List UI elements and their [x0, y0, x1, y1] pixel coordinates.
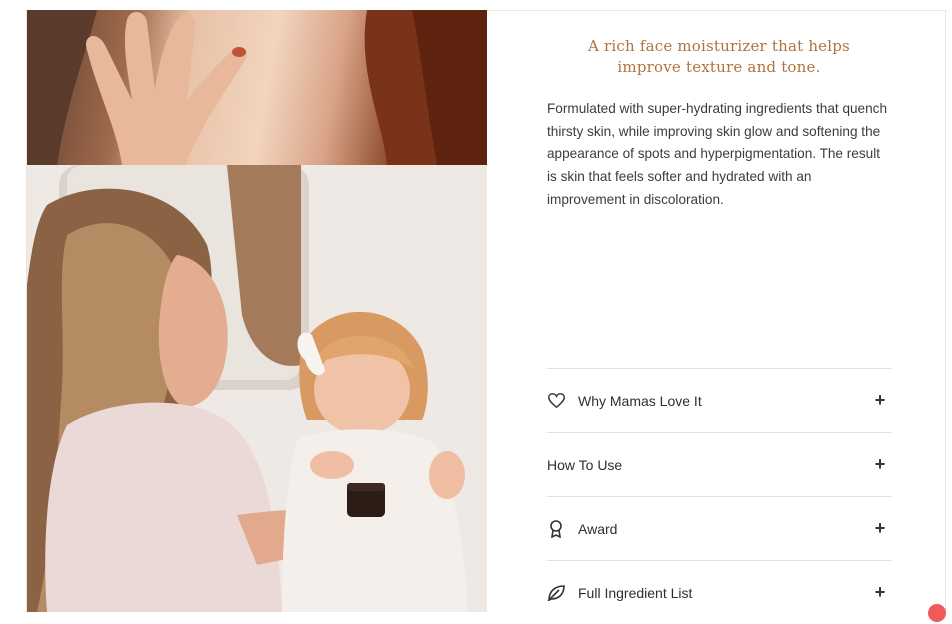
product-headline: A rich face moisturizer that helps impro…	[588, 37, 850, 76]
accordion-label: Why Mamas Love It	[578, 392, 702, 409]
accordion-how-to-use[interactable]: How To Use +	[547, 432, 892, 496]
expand-plus-icon[interactable]: +	[870, 454, 890, 475]
accordion-why-mamas-love-it[interactable]: Why Mamas Love It +	[547, 368, 892, 432]
award-icon	[547, 519, 565, 538]
chat-widget-button[interactable]	[928, 604, 946, 622]
product-photo-mother-child	[27, 165, 487, 612]
accordion-label: Award	[578, 520, 618, 537]
product-photo-hand	[27, 10, 487, 165]
expand-plus-icon[interactable]: +	[870, 518, 890, 539]
accordion-label: How To Use	[547, 456, 623, 473]
product-description: Formulated with super-hydrating ingredie…	[547, 101, 888, 207]
leaf-icon	[547, 584, 565, 602]
expand-plus-icon[interactable]: +	[870, 390, 890, 411]
accordion-label: Full Ingredient List	[578, 584, 693, 601]
product-accordion: Why Mamas Love It + How To Use + Award +…	[547, 368, 892, 624]
heart-icon	[547, 392, 565, 410]
expand-plus-icon[interactable]: +	[870, 582, 890, 603]
accordion-full-ingredient-list[interactable]: Full Ingredient List +	[547, 560, 892, 624]
accordion-award[interactable]: Award +	[547, 496, 892, 560]
